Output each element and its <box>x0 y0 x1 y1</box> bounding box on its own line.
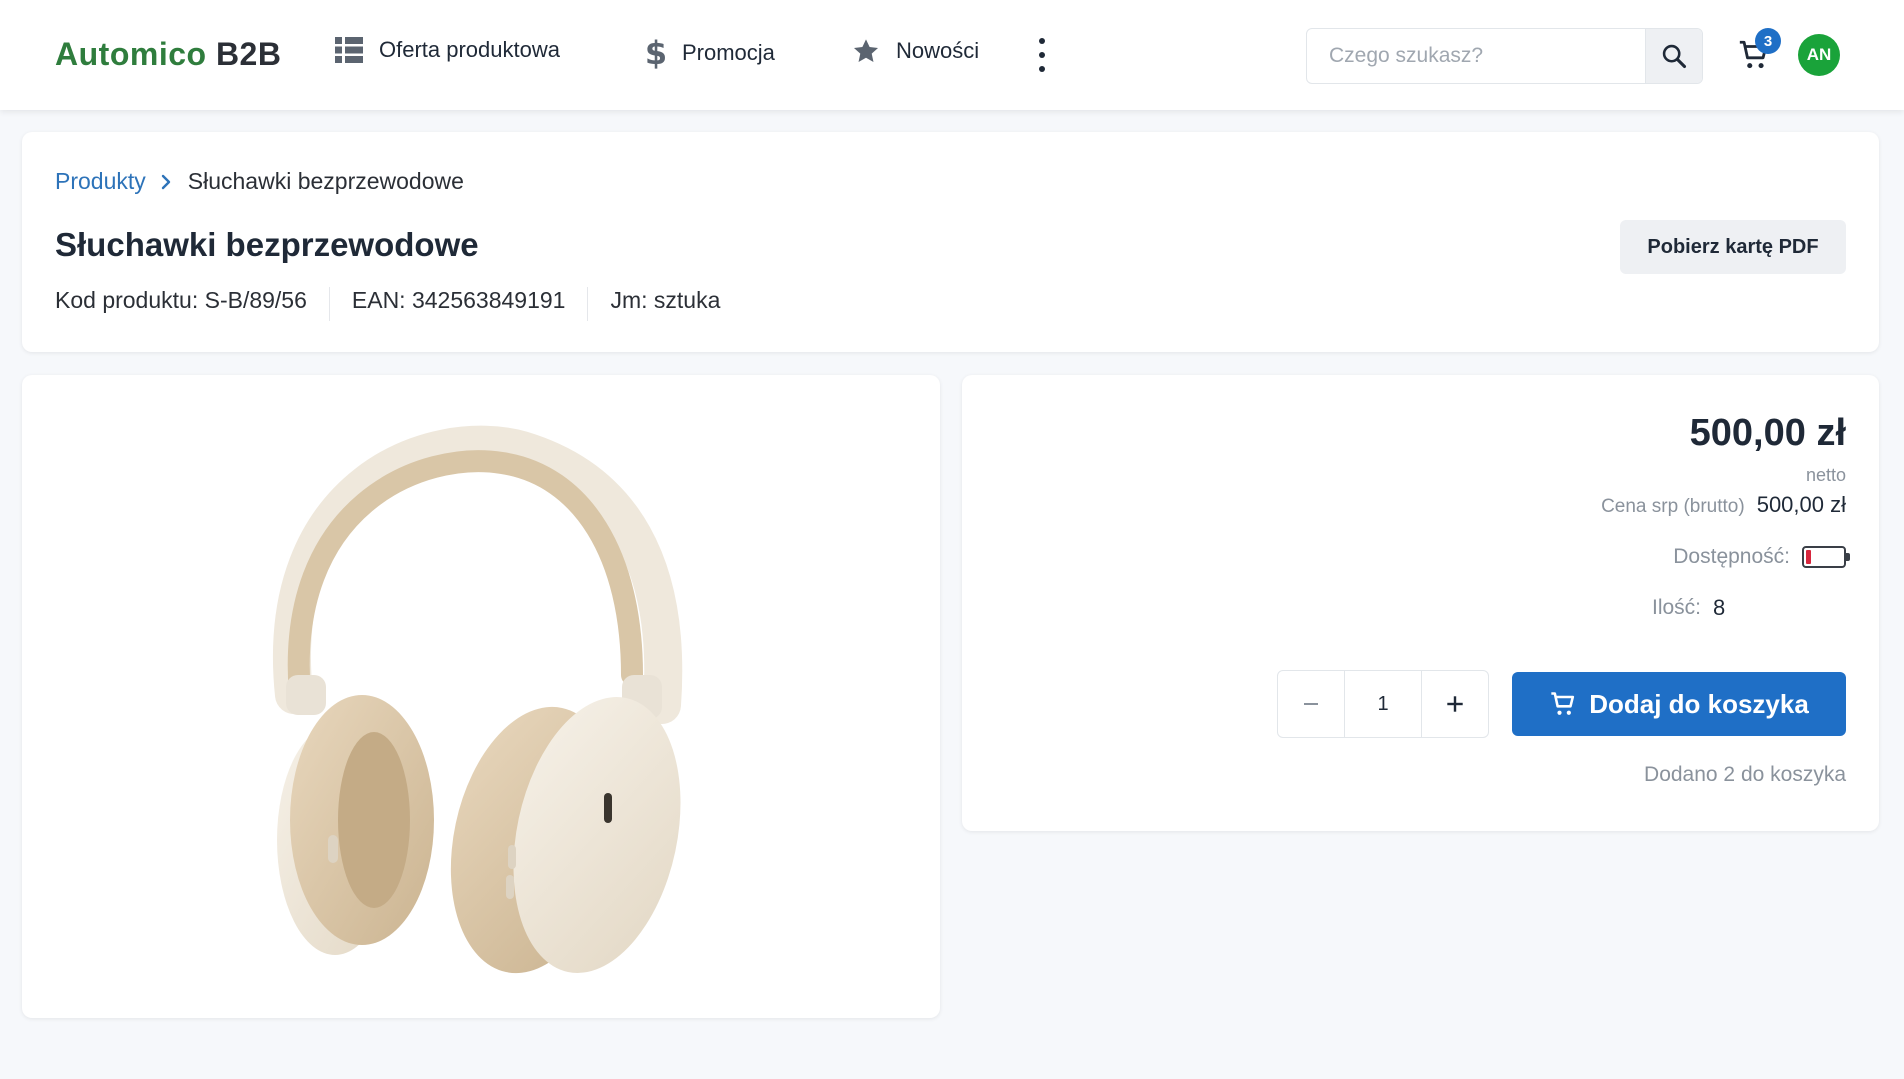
nav-item-offer[interactable]: Oferta produktowa <box>335 37 560 63</box>
nav-item-label: Promocja <box>682 40 775 65</box>
stock-quantity-label: Ilość: <box>1652 596 1702 619</box>
product-header-card: Produkty Słuchawki bezprzewodowe Słuchaw… <box>22 132 1879 352</box>
plus-icon <box>1447 696 1463 712</box>
shopping-cart-icon <box>1551 692 1575 715</box>
product-price: 500,00 zł <box>1689 412 1846 454</box>
headphones-product-image[interactable] <box>22 375 940 1018</box>
product-ean: EAN: 342563849191 <box>351 287 566 313</box>
quantity-stepper: 1 <box>1277 670 1489 738</box>
breadcrumb: Produkty Słuchawki bezprzewodowe <box>55 168 464 195</box>
srp-label: Cena srp (brutto) <box>1601 496 1745 517</box>
top-navigation-bar: Automico B2B Oferta produktowa $ Promocj… <box>0 0 1904 110</box>
user-avatar[interactable]: AN <box>1798 34 1840 76</box>
dollar-icon: $ <box>646 37 666 69</box>
availability-level-fill <box>1806 550 1811 564</box>
purchase-card: 500,00 zł netto Cena srp (brutto) 500,00… <box>962 375 1879 831</box>
nav-item-label: Nowości <box>896 38 980 63</box>
page-title: Słuchawki bezprzewodowe <box>55 226 479 263</box>
decrease-quantity-button[interactable] <box>1278 671 1344 737</box>
download-pdf-button[interactable]: Pobierz kartę PDF <box>1620 220 1846 274</box>
logo-text-secondary: B2B <box>215 36 282 72</box>
quantity-input[interactable]: 1 <box>1344 671 1422 737</box>
increase-quantity-button[interactable] <box>1422 671 1488 737</box>
chevron-right-icon <box>161 174 170 189</box>
app-logo[interactable]: Automico B2B <box>55 36 281 73</box>
nav-item-label: Oferta produktowa <box>379 37 560 62</box>
meta-divider <box>328 287 330 321</box>
search-input[interactable] <box>1307 29 1645 83</box>
availability-row: Dostępność: <box>1673 545 1850 569</box>
product-code: Kod produktu: S-B/89/56 <box>55 287 307 313</box>
search-icon <box>1662 44 1687 69</box>
product-image-card <box>22 375 940 1018</box>
stock-quantity-row: Ilość: 8 <box>1652 595 1725 621</box>
cart-count-badge: 3 <box>1755 28 1781 54</box>
nav-item-new[interactable]: Nowości <box>852 37 979 65</box>
breadcrumb-link-products[interactable]: Produkty <box>55 168 146 195</box>
product-meta: Kod produktu: S-B/89/56 EAN: 34256384919… <box>55 287 720 321</box>
breadcrumb-current: Słuchawki bezprzewodowe <box>187 168 464 194</box>
minus-icon <box>1304 703 1318 705</box>
availability-battery-icon <box>1802 546 1850 568</box>
add-to-cart-button[interactable]: Dodaj do koszyka <box>1512 672 1846 736</box>
search-box <box>1306 28 1703 84</box>
product-unit: Jm: sztuka <box>610 287 721 313</box>
meta-divider <box>587 287 589 321</box>
availability-label: Dostępność: <box>1673 545 1790 568</box>
srp-price-row: Cena srp (brutto) 500,00 zł <box>1601 492 1846 518</box>
grid-list-icon <box>335 37 363 63</box>
logo-text-primary: Automico <box>55 36 207 72</box>
svg-text:$: $ <box>646 37 666 69</box>
kebab-menu-icon[interactable] <box>1030 38 1054 72</box>
added-to-cart-message: Dodano 2 do koszyka <box>1644 763 1846 786</box>
search-button[interactable] <box>1645 29 1702 83</box>
star-icon <box>853 39 879 62</box>
add-to-cart-label: Dodaj do koszyka <box>1589 688 1809 719</box>
price-type-label: netto <box>1805 465 1846 485</box>
nav-item-promotion[interactable]: $ Promocja <box>646 37 775 69</box>
stock-quantity-value: 8 <box>1713 595 1726 620</box>
srp-value: 500,00 zł <box>1756 492 1846 517</box>
